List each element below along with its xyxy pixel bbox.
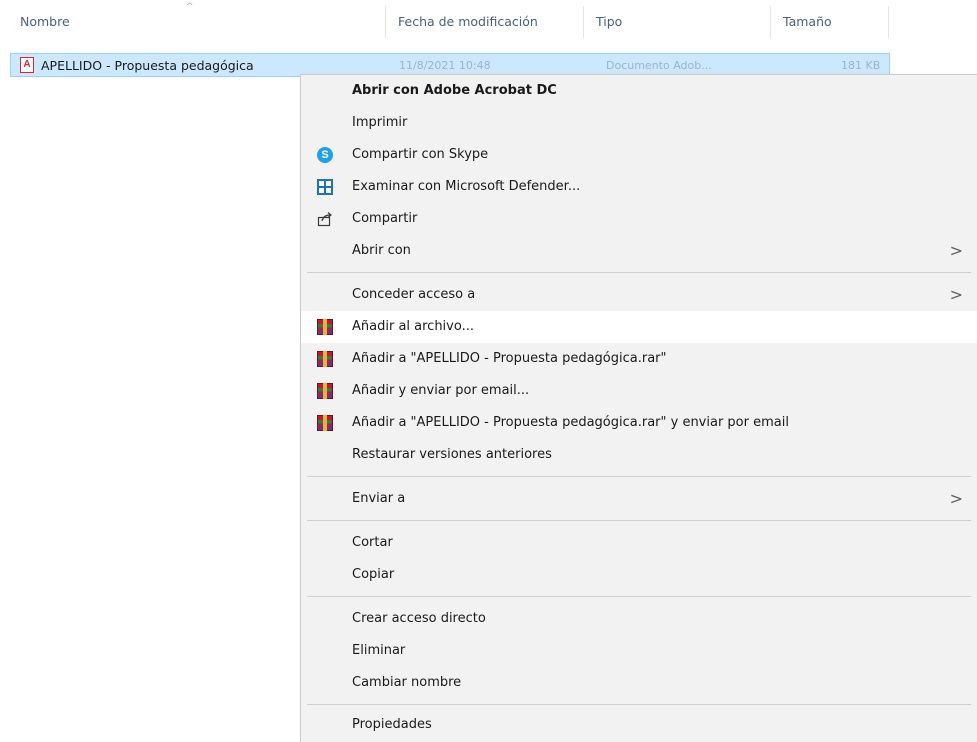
file-name[interactable]: APELLIDO - Propuesta pedagógica (41, 58, 303, 73)
menu-item-label: Copiar (352, 567, 395, 582)
menu-item-label: Propiedades (352, 717, 432, 732)
share-icon (317, 211, 333, 227)
menu-item-add-to-rar[interactable]: Añadir a "APELLIDO - Propuesta pedagógic… (301, 343, 977, 375)
menu-item-label: Compartir (352, 211, 418, 226)
menu-item-copy[interactable]: Copiar (301, 559, 977, 591)
menu-separator (307, 476, 971, 477)
column-modified[interactable]: Fecha de modificación (398, 14, 538, 29)
menu-item-label: Imprimir (352, 115, 408, 130)
column-divider[interactable] (385, 6, 386, 38)
menu-item-label: Conceder acceso a (352, 287, 476, 302)
menu-item-cut[interactable]: Cortar (301, 527, 977, 559)
menu-item-restore-versions[interactable]: Restaurar versiones anteriores (301, 439, 977, 471)
winrar-icon (317, 319, 333, 335)
defender-icon (317, 179, 333, 195)
menu-separator (307, 272, 971, 273)
menu-item-label: Enviar a (352, 491, 406, 506)
menu-item-grant-access[interactable]: Conceder acceso a > (301, 279, 977, 311)
menu-item-label: Añadir a "APELLIDO - Propuesta pedagógic… (352, 351, 667, 366)
menu-item-rename[interactable]: Cambiar nombre (301, 667, 977, 699)
menu-item-print[interactable]: Imprimir (301, 107, 977, 139)
context-menu: Abrir con Adobe Acrobat DC Imprimir S Co… (300, 74, 977, 742)
file-modified: 11/8/2021 10:48 (399, 59, 491, 72)
menu-item-label: Abrir con (352, 243, 411, 258)
menu-item-label: Añadir al archivo... (352, 319, 474, 334)
menu-item-share[interactable]: Compartir (301, 203, 977, 235)
menu-item-label: Compartir con Skype (352, 147, 489, 162)
menu-separator (307, 704, 971, 705)
menu-item-label: Añadir a "APELLIDO - Propuesta pedagógic… (352, 415, 789, 430)
menu-item-share-skype[interactable]: S Compartir con Skype (301, 139, 977, 171)
menu-separator (307, 596, 971, 597)
file-type: Documento Adob... (606, 59, 712, 72)
menu-item-delete[interactable]: Eliminar (301, 635, 977, 667)
chevron-right-icon: > (949, 489, 963, 508)
menu-item-add-and-email[interactable]: Añadir y enviar por email... (301, 375, 977, 407)
column-divider[interactable] (770, 6, 771, 38)
column-name[interactable]: Nombre (20, 14, 70, 29)
menu-item-open-acrobat[interactable]: Abrir con Adobe Acrobat DC (301, 75, 977, 107)
skype-icon: S (317, 147, 333, 163)
menu-item-label: Cortar (352, 535, 393, 550)
menu-item-label: Examinar con Microsoft Defender... (352, 179, 581, 194)
sort-indicator-icon: ^ (186, 2, 194, 12)
winrar-icon (317, 415, 333, 431)
column-type[interactable]: Tipo (596, 14, 622, 29)
menu-item-properties[interactable]: Propiedades (301, 709, 977, 741)
menu-item-add-to-archive[interactable]: Añadir al archivo... (301, 311, 977, 343)
chevron-right-icon: > (949, 241, 963, 260)
file-size: 181 KB (841, 59, 881, 72)
menu-item-label: Eliminar (352, 643, 406, 658)
pdf-icon: A (20, 57, 34, 73)
menu-item-label: Abrir con Adobe Acrobat DC (352, 83, 557, 98)
menu-item-create-shortcut[interactable]: Crear acceso directo (301, 603, 977, 635)
chevron-right-icon: > (949, 285, 963, 304)
menu-item-send-to[interactable]: Enviar a > (301, 483, 977, 515)
column-header: ^ Nombre Fecha de modificación Tipo Tama… (0, 0, 977, 44)
winrar-icon (317, 351, 333, 367)
menu-item-add-to-rar-and-email[interactable]: Añadir a "APELLIDO - Propuesta pedagógic… (301, 407, 977, 439)
menu-separator (307, 520, 971, 521)
column-divider[interactable] (888, 6, 889, 38)
winrar-icon (317, 383, 333, 399)
menu-item-scan-defender[interactable]: Examinar con Microsoft Defender... (301, 171, 977, 203)
menu-item-label: Cambiar nombre (352, 675, 462, 690)
menu-item-open-with[interactable]: Abrir con > (301, 235, 977, 267)
menu-item-label: Añadir y enviar por email... (352, 383, 530, 398)
column-size[interactable]: Tamaño (783, 14, 832, 29)
column-divider[interactable] (583, 6, 584, 38)
menu-item-label: Restaurar versiones anteriores (352, 447, 552, 462)
menu-item-label: Crear acceso directo (352, 611, 486, 626)
